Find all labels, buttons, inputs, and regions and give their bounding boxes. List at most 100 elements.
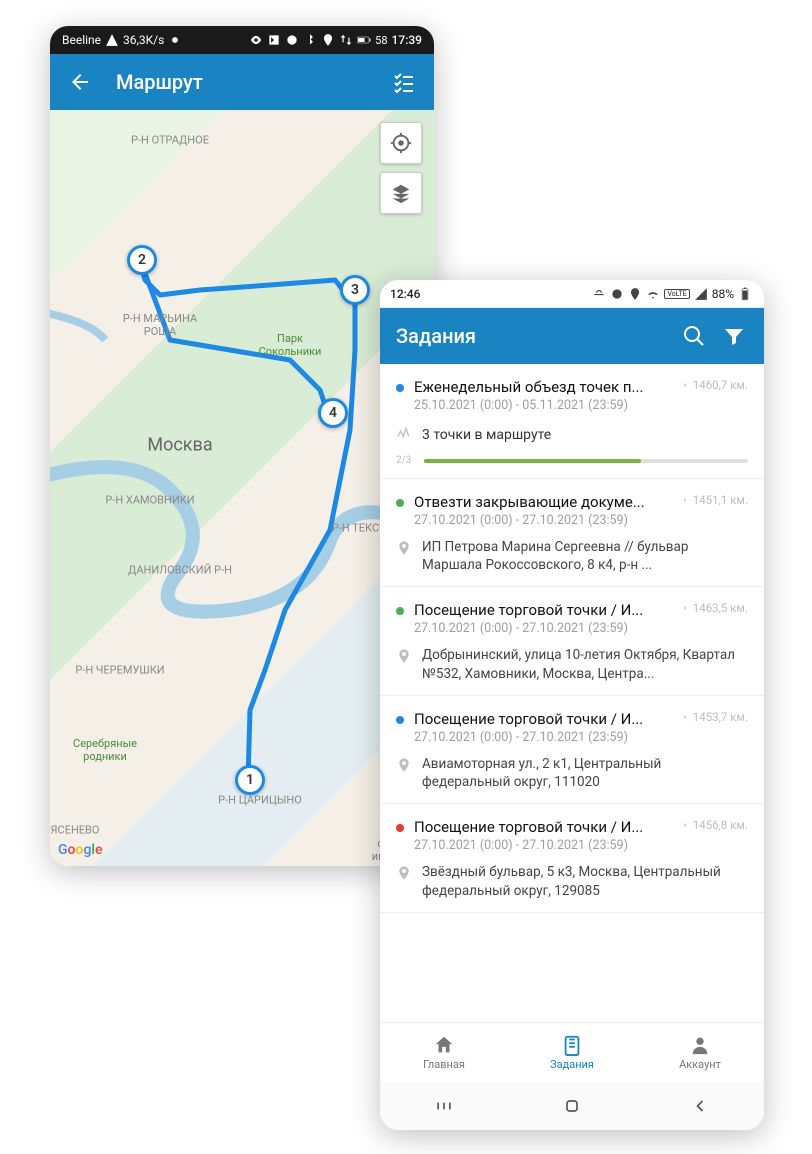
task-distance: 1451,1 км. [680, 493, 748, 507]
locate-button[interactable] [380, 122, 422, 164]
task-card[interactable]: Посещение торговой точки / И... 27.10.20… [380, 587, 764, 695]
clock-label: 17:39 [392, 33, 422, 47]
phone-tasks: 12:46 VoLTE 88% Задания Еженедельный объ… [380, 280, 764, 1130]
location-icon [321, 33, 335, 47]
district-label: Р-Н ЦАРИЦЫНО [218, 794, 302, 807]
nav-tasks[interactable]: Задания [508, 1023, 636, 1082]
carrier-label: Beeline [62, 33, 101, 47]
tasks-list[interactable]: Еженедельный объезд точек п... 25.10.202… [380, 364, 764, 1022]
task-distance: 1463,5 км. [680, 601, 748, 615]
phone-route: Beeline 36,3K/s 58 17:39 Маршрут [50, 26, 434, 866]
district-label: ДАНИЛОВСКИЙ Р-Н [128, 564, 232, 577]
location-icon [628, 287, 642, 301]
task-title: Посещение торговой точки / И... [414, 818, 670, 836]
landmark-label: Серебряные родники [73, 737, 137, 763]
nav-label: Задания [550, 1058, 594, 1071]
layers-button[interactable] [380, 172, 422, 214]
task-title: Отвезти закрывающие докуме... [414, 493, 670, 511]
back-button[interactable] [60, 62, 100, 102]
bottom-nav: Главная Задания Аккаунт [380, 1022, 764, 1082]
task-dates: 25.10.2021 (0:00) - 05.11.2021 (23:59) [414, 398, 670, 413]
clock-label: 12:46 [390, 287, 420, 301]
district-label: Р-Н ХАМОВНИКИ [105, 494, 194, 507]
circle-icon [168, 33, 182, 47]
status-dot [396, 716, 404, 724]
battery-icon [357, 33, 371, 47]
filter-button[interactable] [714, 316, 754, 356]
route-progress: 2/3 [396, 455, 748, 466]
route-text: 3 точки в маршруте [422, 427, 551, 443]
pin-icon [396, 540, 412, 556]
status-dot [396, 824, 404, 832]
wifi-icon [646, 287, 660, 301]
system-nav [380, 1082, 764, 1130]
task-address: Авиамоторная ул., 2 к1, Центральный феде… [422, 755, 748, 791]
task-card[interactable]: Посещение торговой точки / И... 27.10.20… [380, 804, 764, 912]
task-distance: 1456,8 км. [680, 818, 748, 832]
city-label: Москва [147, 435, 212, 456]
battery-icon [738, 287, 752, 301]
home-button[interactable] [552, 1096, 592, 1116]
status-bar-left: Beeline 36,3K/s 58 17:39 [50, 26, 434, 54]
alarm-icon [285, 33, 299, 47]
volte-icon: VoLTE [664, 289, 689, 299]
search-button[interactable] [674, 316, 714, 356]
task-address: Добрынинский, улица 10-летия Октября, Кв… [422, 646, 748, 682]
status-dot [396, 607, 404, 615]
pin-icon [396, 865, 412, 881]
nav-label: Главная [423, 1058, 465, 1071]
task-title: Еженедельный объезд точек п... [414, 378, 670, 396]
district-label: Р-Н МАРЬИНА РОЩА [123, 312, 197, 338]
signal-icon [694, 287, 708, 301]
nav-home[interactable]: Главная [380, 1023, 508, 1082]
alarm-icon [610, 287, 624, 301]
speed-label: 36,3K/s [123, 33, 164, 47]
pin-icon [396, 757, 412, 773]
task-title: Посещение торговой точки / И... [414, 601, 670, 619]
app-bar-tasks: Задания [380, 308, 764, 364]
status-dot [396, 499, 404, 507]
checklist-button[interactable] [384, 62, 424, 102]
map-marker-1[interactable]: 1 [235, 765, 265, 795]
task-dates: 27.10.2021 (0:00) - 27.10.2021 (23:59) [414, 730, 670, 745]
task-card[interactable]: Еженедельный объезд точек п... 25.10.202… [380, 364, 764, 479]
progress-label: 2/3 [396, 455, 416, 466]
map-marker-2[interactable]: 2 [127, 245, 157, 275]
status-dot [396, 384, 404, 392]
progress-fill [424, 459, 641, 463]
nav-account[interactable]: Аккаунт [636, 1023, 764, 1082]
route-icon [396, 425, 412, 445]
task-address: ИП Петрова Марина Сергеевна // бульвар М… [422, 538, 748, 574]
task-card[interactable]: Отвезти закрывающие докуме... 27.10.2021… [380, 479, 764, 587]
task-address: Звёздный бульвар, 5 к3, Москва, Централь… [422, 863, 748, 899]
nav-label: Аккаунт [679, 1058, 721, 1071]
pin-icon [396, 648, 412, 664]
task-card[interactable]: Посещение торговой точки / И... 27.10.20… [380, 696, 764, 804]
map-marker-3[interactable]: 3 [340, 275, 370, 305]
district-label: Р-Н ЧЕРЕМУШКИ [75, 664, 164, 677]
page-title: Задания [396, 324, 674, 348]
map-view[interactable]: 1 2 3 4 Р-Н ОТРАДНОЕ Р-Н МАРЬИНА РОЩА Па… [50, 110, 434, 866]
district-label: ЯСЕНЕВО [51, 824, 100, 837]
eye-icon [249, 33, 263, 47]
map-marker-4[interactable]: 4 [318, 398, 348, 428]
data-icon [339, 33, 353, 47]
bluetooth-icon [303, 33, 317, 47]
status-bar-right: 12:46 VoLTE 88% [380, 280, 764, 308]
district-label: Р-Н ОТРАДНОЕ [131, 134, 209, 147]
task-dates: 27.10.2021 (0:00) - 27.10.2021 (23:59) [414, 513, 670, 528]
app-bar-route: Маршрут [50, 54, 434, 110]
page-title: Маршрут [116, 70, 384, 94]
task-title: Посещение торговой точки / И... [414, 710, 670, 728]
task-dates: 27.10.2021 (0:00) - 27.10.2021 (23:59) [414, 838, 670, 853]
task-distance: 1453,7 км. [680, 710, 748, 724]
vpn-icon [592, 287, 606, 301]
back-sys-button[interactable] [680, 1096, 720, 1116]
park-label: Парк Сокольники [259, 332, 322, 358]
task-dates: 27.10.2021 (0:00) - 27.10.2021 (23:59) [414, 621, 670, 636]
battery-pct: 58 [375, 34, 387, 47]
map-attribution: Google [58, 842, 102, 858]
recents-button[interactable] [424, 1096, 464, 1116]
battery-pct: 88% [712, 287, 734, 301]
task-distance: 1460,7 км. [680, 378, 748, 392]
